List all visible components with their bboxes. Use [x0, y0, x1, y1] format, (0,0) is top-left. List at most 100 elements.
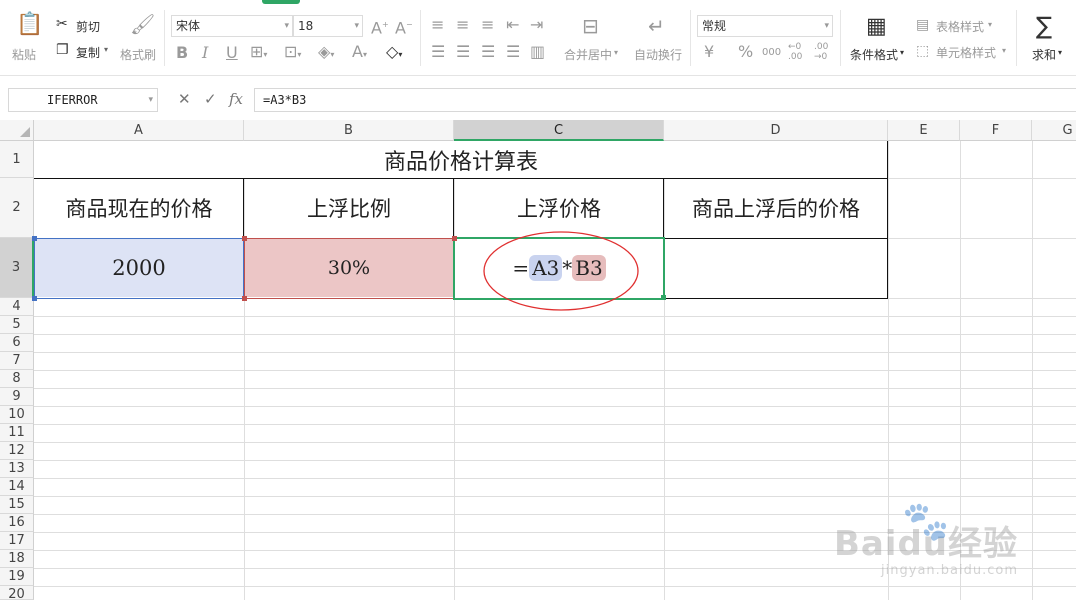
row-header-15[interactable]: 15: [0, 496, 34, 514]
copy-dropdown-arrow: ▾: [104, 45, 109, 54]
fill-style-icon[interactable]: ⊡▾: [284, 44, 301, 63]
row-header-5[interactable]: 5: [0, 316, 34, 334]
decrease-font-icon[interactable]: A−: [395, 17, 413, 36]
increase-font-icon[interactable]: A+: [371, 17, 389, 36]
thousands-separator-icon[interactable]: 000: [762, 45, 781, 61]
percent-icon[interactable]: %: [738, 44, 753, 60]
row-header-4[interactable]: 4: [0, 298, 34, 316]
row-header-13[interactable]: 13: [0, 460, 34, 478]
increase-decimal-icon[interactable]: ←0 .00: [788, 42, 808, 62]
bold-icon[interactable]: B: [176, 45, 188, 61]
font-size-select[interactable]: 18 ▾: [293, 15, 363, 37]
decrease-decimal-icon[interactable]: .00 →0: [814, 42, 834, 62]
ref-handle[interactable]: [452, 236, 457, 241]
table-title-cell[interactable]: 商品价格计算表: [34, 141, 888, 178]
name-box[interactable]: IFERROR ▾: [8, 88, 158, 112]
column-header-a[interactable]: A: [34, 120, 244, 141]
chevron-down-icon: ▾: [614, 48, 619, 57]
header-current-price: 商品现在的价格: [65, 197, 213, 221]
ref-handle[interactable]: [242, 236, 247, 241]
indent-decrease-icon[interactable]: ⇤: [506, 17, 519, 33]
cell-style-button[interactable]: ⬚ 单元格样式 ▾: [916, 43, 1010, 61]
clear-format-icon[interactable]: ◇▾: [386, 44, 402, 63]
distribute-icon[interactable]: ▥: [530, 44, 545, 60]
conditional-format-label: 条件格式: [850, 48, 899, 62]
table-style-button[interactable]: ▤ 表格样式 ▾: [916, 17, 998, 35]
fill-handle[interactable]: [661, 295, 666, 300]
chevron-down-icon: ▾: [148, 95, 153, 105]
row-header-7[interactable]: 7: [0, 352, 34, 370]
borders-icon[interactable]: ⊞▾: [250, 44, 267, 63]
fx-icon[interactable]: fx: [229, 90, 243, 108]
cell-a2[interactable]: 商品现在的价格: [34, 178, 244, 238]
row-header-2[interactable]: 2: [0, 178, 34, 238]
italic-icon[interactable]: I: [202, 45, 208, 61]
ref-handle[interactable]: [32, 236, 37, 241]
ref-handle[interactable]: [32, 296, 37, 301]
cancel-icon[interactable]: ✕: [178, 90, 191, 108]
column-header-c[interactable]: C: [454, 120, 664, 141]
table-border: [887, 141, 888, 299]
cut-button[interactable]: ✂ 剪切: [56, 16, 106, 34]
row-header-10[interactable]: 10: [0, 406, 34, 424]
select-all-corner[interactable]: [0, 120, 34, 141]
align-top-icon[interactable]: ≡: [431, 17, 444, 33]
row-header-14[interactable]: 14: [0, 478, 34, 496]
row-header-6[interactable]: 6: [0, 334, 34, 352]
formula-input[interactable]: =A3*B3: [254, 88, 1076, 112]
underline-icon[interactable]: U: [226, 45, 238, 61]
row-header-8[interactable]: 8: [0, 370, 34, 388]
row-header-3[interactable]: 3: [0, 238, 34, 298]
merge-center-button[interactable]: ⊟ 合并居中 ▾: [562, 10, 622, 66]
row-header-16[interactable]: 16: [0, 514, 34, 532]
row-header-18[interactable]: 18: [0, 550, 34, 568]
chevron-down-icon: ▾: [284, 21, 289, 31]
font-name-select[interactable]: 宋体 ▾: [171, 15, 293, 37]
ref-handle[interactable]: [242, 296, 247, 301]
row-header-1[interactable]: 1: [0, 141, 34, 178]
align-bottom-icon[interactable]: ≡: [481, 17, 494, 33]
column-header-b[interactable]: B: [244, 120, 454, 141]
cell-b2[interactable]: 上浮比例: [244, 178, 454, 238]
format-painter-button[interactable]: 🖌 格式刷: [118, 10, 160, 66]
row-header-11[interactable]: 11: [0, 424, 34, 442]
table-title: 商品价格计算表: [383, 149, 538, 175]
row-header-17[interactable]: 17: [0, 532, 34, 550]
row-header-12[interactable]: 12: [0, 442, 34, 460]
paste-label: 粘贴: [12, 48, 37, 62]
column-header-e[interactable]: E: [888, 120, 960, 141]
header-markup-amount: 上浮价格: [517, 197, 601, 221]
column-header-g[interactable]: G: [1032, 120, 1076, 141]
row-header-19[interactable]: 19: [0, 568, 34, 586]
column-header-d[interactable]: D: [664, 120, 888, 141]
copy-button[interactable]: ❐ 复制 ▾: [56, 42, 114, 60]
paintbrush-icon: 🖌: [130, 12, 156, 36]
font-color-icon[interactable]: A▾: [352, 44, 367, 63]
justify-icon[interactable]: ☰: [506, 44, 520, 60]
column-label: D: [770, 123, 781, 138]
gridline: [34, 370, 1076, 371]
fill-color-icon[interactable]: ◈▾: [318, 44, 334, 63]
paste-button[interactable]: 📋 粘贴: [8, 10, 44, 66]
indent-increase-icon[interactable]: ⇥: [530, 17, 543, 33]
table-style-icon: ▤: [916, 17, 930, 33]
cell-d3[interactable]: [664, 238, 888, 298]
number-format-select[interactable]: 常规 ▾: [697, 15, 833, 37]
conditional-format-button[interactable]: ▦ 条件格式 ▾: [848, 10, 908, 66]
align-left-icon[interactable]: ☰: [431, 44, 445, 60]
align-right-icon[interactable]: ☰: [481, 44, 495, 60]
row-header-20[interactable]: 20: [0, 586, 34, 602]
table-style-label: 表格样式: [936, 20, 985, 34]
column-header-f[interactable]: F: [960, 120, 1032, 141]
font-size-value: 18: [298, 19, 314, 33]
row-header-9[interactable]: 9: [0, 388, 34, 406]
align-middle-icon[interactable]: ≡: [456, 17, 469, 33]
active-tab-indicator: [262, 0, 300, 4]
wrap-text-button[interactable]: ↵ 自动换行: [632, 10, 684, 66]
confirm-icon[interactable]: ✓: [204, 90, 217, 108]
sum-button[interactable]: ∑ 求和 ▾: [1026, 10, 1070, 66]
currency-icon[interactable]: ¥: [704, 44, 714, 60]
align-center-icon[interactable]: ☰: [456, 44, 470, 60]
cell-d2[interactable]: 商品上浮后的价格: [664, 178, 888, 238]
cell-style-icon: ⬚: [916, 43, 930, 59]
